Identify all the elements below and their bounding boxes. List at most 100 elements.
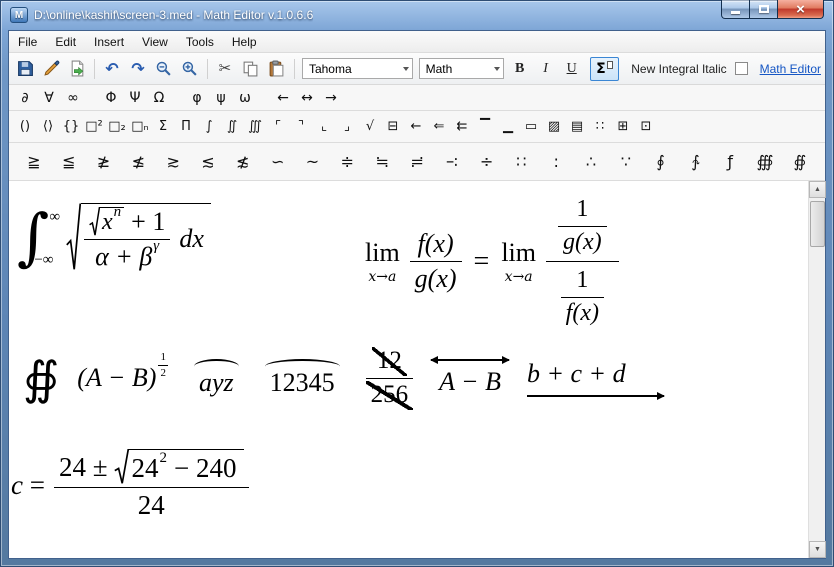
template-button[interactable]: ⟨⟩ (38, 116, 58, 138)
symbol-button[interactable]: φ (187, 88, 207, 108)
template-button[interactable]: ▁ (498, 116, 518, 138)
menu-item[interactable]: Help (223, 31, 266, 52)
symbol-button[interactable]: ∷ (510, 149, 532, 175)
symbol-button[interactable]: Ω (149, 88, 169, 108)
template-button[interactable]: ▤ (567, 116, 587, 138)
menu-item[interactable]: Tools (177, 31, 223, 52)
scroll-up-button[interactable]: ▲ (809, 181, 826, 198)
close-button[interactable]: × (777, 0, 824, 19)
symbol-button[interactable]: ↔ (297, 88, 317, 108)
paste-button[interactable] (265, 57, 289, 81)
symbol-button[interactable]: ÷ (476, 149, 498, 175)
cut-button[interactable]: ✂ (213, 57, 237, 81)
menu-item[interactable]: View (133, 31, 177, 52)
symbol-button[interactable]: ∰ (754, 149, 776, 175)
undo-button[interactable]: ↶ (100, 57, 124, 81)
editor-canvas[interactable]: ∫ ∞ −∞ x n + 1 α + β γ dx lim x→a f(x) g… (9, 181, 808, 558)
formula-quadratic[interactable]: c = 24 ± 24 2− 240 24 (11, 449, 249, 521)
symbol-button[interactable]: ∮ (650, 149, 672, 175)
menu-item[interactable]: Insert (85, 31, 133, 52)
template-button[interactable]: □² (84, 116, 104, 138)
template-button[interactable]: () (15, 116, 35, 138)
symbol-button[interactable]: → (321, 88, 341, 108)
template-button[interactable]: {} (61, 116, 81, 138)
draw-pen-button[interactable] (39, 57, 63, 81)
template-button[interactable]: ⇐ (429, 116, 449, 138)
symbol-button[interactable]: ≧ (23, 149, 45, 175)
symbol-button[interactable]: : (545, 149, 567, 175)
maximize-button[interactable] (749, 0, 778, 19)
template-button[interactable]: ▔ (475, 116, 495, 138)
template-button[interactable]: √ (360, 116, 380, 138)
symbol-button[interactable]: ∀ (39, 88, 59, 108)
template-button[interactable]: □ₙ (130, 116, 150, 138)
export-button[interactable] (65, 57, 89, 81)
symbol-button[interactable]: ≦ (58, 149, 80, 175)
template-button[interactable]: ← (406, 116, 426, 138)
formula-decorations-row[interactable]: ∯ (A − B) 1 2 ayz 12345 12 256 A − B b +… (23, 347, 665, 410)
symbol-button[interactable]: ≰ (127, 149, 149, 175)
symbol-button[interactable]: ∵ (615, 149, 637, 175)
symbol-button[interactable]: ω (235, 88, 255, 108)
zoom-in-button[interactable] (178, 57, 202, 81)
template-button[interactable]: ⊡ (636, 116, 656, 138)
font-family-select[interactable]: Tahoma (301, 58, 413, 79)
symbol-button[interactable]: ∱ (684, 149, 706, 175)
template-button[interactable]: Π (176, 116, 196, 138)
symbol-button[interactable]: ≲ (197, 149, 219, 175)
symbol-button[interactable]: ≴ (232, 149, 254, 175)
menu-item[interactable]: File (9, 31, 46, 52)
symbol-button[interactable]: ≑ (336, 149, 358, 175)
symbol-button[interactable]: ∹ (441, 149, 463, 175)
menu-item[interactable]: Edit (46, 31, 85, 52)
template-button[interactable]: ∭ (245, 116, 265, 138)
template-button[interactable]: ∷ (590, 116, 610, 138)
template-button[interactable]: ⌟ (337, 116, 357, 138)
symbol-button[interactable]: ≱ (93, 149, 115, 175)
equation-mode-button[interactable]: Σ (589, 56, 620, 81)
template-button[interactable]: ⌝ (291, 116, 311, 138)
template-button[interactable]: ∬ (222, 116, 242, 138)
symbol-button[interactable]: ∽ (267, 149, 289, 175)
italic-button[interactable]: I (534, 57, 558, 81)
template-button[interactable]: Σ (153, 116, 173, 138)
bold-button[interactable]: B (508, 57, 532, 81)
symbol-button[interactable]: ∴ (580, 149, 602, 175)
template-button[interactable]: ▨ (544, 116, 564, 138)
symbol-button[interactable]: ~ (302, 149, 324, 175)
template-button[interactable]: ∫ (199, 116, 219, 138)
symbol-button[interactable]: ≒ (371, 149, 393, 175)
vertical-scrollbar[interactable]: ▲ ▼ (808, 181, 826, 558)
scroll-down-button[interactable]: ▼ (809, 541, 826, 558)
symbol-button[interactable]: ƒ (719, 149, 741, 175)
template-button[interactable]: ▭ (521, 116, 541, 138)
redo-button[interactable]: ↷ (126, 57, 150, 81)
symbol-button[interactable]: ← (273, 88, 293, 108)
symbol-button[interactable]: Φ (101, 88, 121, 108)
formula-limit-equation[interactable]: lim x→a f(x) g(x) = lim x→a 1 g(x) 1 f(x… (365, 193, 619, 330)
symbol-button[interactable]: Ψ (125, 88, 145, 108)
new-integral-italic-checkbox[interactable] (734, 62, 748, 75)
formula-integral-radical[interactable]: ∫ ∞ −∞ x n + 1 α + β γ dx (17, 203, 211, 273)
copy-button[interactable] (239, 57, 263, 81)
template-button[interactable]: □₂ (107, 116, 127, 138)
math-style-select[interactable]: Math (418, 58, 504, 79)
titlebar[interactable]: M D:\online\kashif\screen-3.med - Math E… (0, 0, 834, 30)
symbol-button[interactable]: ψ (211, 88, 231, 108)
symbol-button[interactable]: ≳ (162, 149, 184, 175)
symbol-button[interactable]: ∂ (15, 88, 35, 108)
save-button[interactable] (13, 57, 37, 81)
template-button[interactable]: ⌜ (268, 116, 288, 138)
zoom-out-button[interactable] (152, 57, 176, 81)
template-button[interactable]: ⊞ (613, 116, 633, 138)
minimize-button[interactable] (721, 0, 750, 19)
symbol-button[interactable]: ∞ (63, 88, 83, 108)
underline-button[interactable]: U (560, 57, 584, 81)
template-button[interactable]: ⊟ (383, 116, 403, 138)
scrollbar-thumb[interactable] (810, 201, 825, 247)
symbol-button[interactable]: ∯ (789, 149, 811, 175)
symbol-button[interactable]: ≓ (406, 149, 428, 175)
template-button[interactable]: ⌞ (314, 116, 334, 138)
template-button[interactable]: ⇇ (452, 116, 472, 138)
math-editor-link[interactable]: Math Editor (760, 62, 821, 76)
